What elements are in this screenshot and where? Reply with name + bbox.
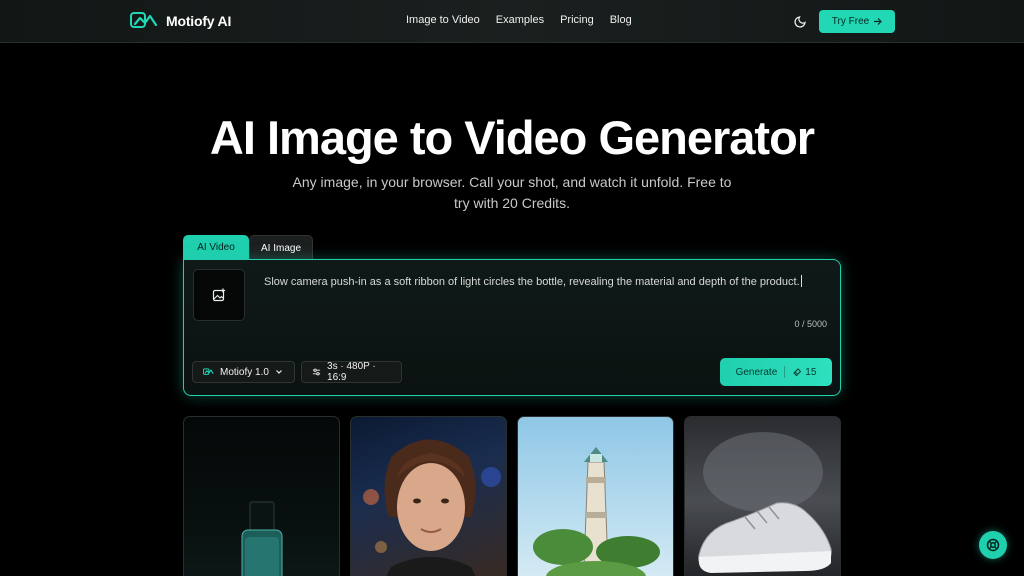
arrow-right-icon — [874, 18, 883, 25]
nav-link-image-to-video[interactable]: Image to Video — [406, 14, 480, 26]
generate-button[interactable]: Generate 15 — [720, 358, 832, 386]
text-caret — [800, 275, 802, 287]
sliders-icon — [312, 368, 321, 376]
top-nav: Motiofy AI Image to Video Examples Prici… — [0, 0, 1024, 43]
video-settings-selector[interactable]: 3s · 480P · 16:9 — [301, 361, 402, 383]
example-lighthouse-thumbnail[interactable] — [517, 416, 674, 576]
chevron-down-icon — [275, 370, 282, 374]
image-upload-icon — [212, 288, 225, 302]
nav-link-blog[interactable]: Blog — [610, 14, 632, 26]
moon-icon[interactable] — [794, 14, 808, 28]
brand-name: Motiofy AI — [166, 13, 232, 29]
generate-label: Generate — [735, 366, 778, 378]
portrait-illustration — [363, 439, 501, 576]
prompt-input[interactable]: Slow camera push-in as a soft ribbon of … — [264, 275, 802, 288]
try-free-button[interactable]: Try Free — [819, 10, 895, 33]
example-bottle-thumbnail[interactable] — [183, 416, 340, 576]
hero-subtitle: Any image, in your browser. Call your sh… — [292, 174, 732, 211]
brand[interactable]: Motiofy AI — [130, 11, 231, 31]
support-icon — [986, 538, 1000, 552]
example-portrait-thumbnail[interactable] — [350, 416, 507, 576]
credits-icon — [793, 368, 802, 377]
page-title: AI Image to Video Generator — [209, 111, 815, 164]
sneaker-illustration — [698, 432, 832, 573]
example-sneaker-thumbnail[interactable] — [684, 416, 841, 576]
prompt-card: Slow camera push-in as a soft ribbon of … — [183, 259, 841, 396]
nav-link-examples[interactable]: Examples — [496, 14, 544, 26]
bottle-illustration — [241, 501, 283, 576]
model-label: Motiofy 1.0 — [220, 366, 269, 378]
divider — [784, 366, 786, 378]
tab-ai-image[interactable]: AI Image — [249, 235, 313, 260]
image-upload-button[interactable] — [193, 269, 245, 321]
nav-links: Image to Video Examples Pricing Blog — [406, 14, 632, 26]
try-free-label: Try Free — [831, 16, 870, 27]
support-button[interactable] — [979, 531, 1007, 559]
motiofy-logo-icon — [130, 12, 158, 28]
credit-cost: 15 — [792, 367, 816, 378]
model-selector[interactable]: Motiofy 1.0 — [192, 361, 295, 383]
credit-cost-value: 15 — [805, 366, 817, 378]
prompt-text: Slow camera push-in as a soft ribbon of … — [264, 276, 800, 288]
character-counter: 0 / 5000 — [794, 319, 827, 329]
tab-ai-video[interactable]: AI Video — [183, 235, 249, 260]
motiofy-logo-icon — [203, 368, 214, 375]
settings-label: 3s · 480P · 16:9 — [327, 361, 376, 383]
lighthouse-illustration — [533, 447, 660, 576]
nav-link-pricing[interactable]: Pricing — [560, 14, 594, 26]
